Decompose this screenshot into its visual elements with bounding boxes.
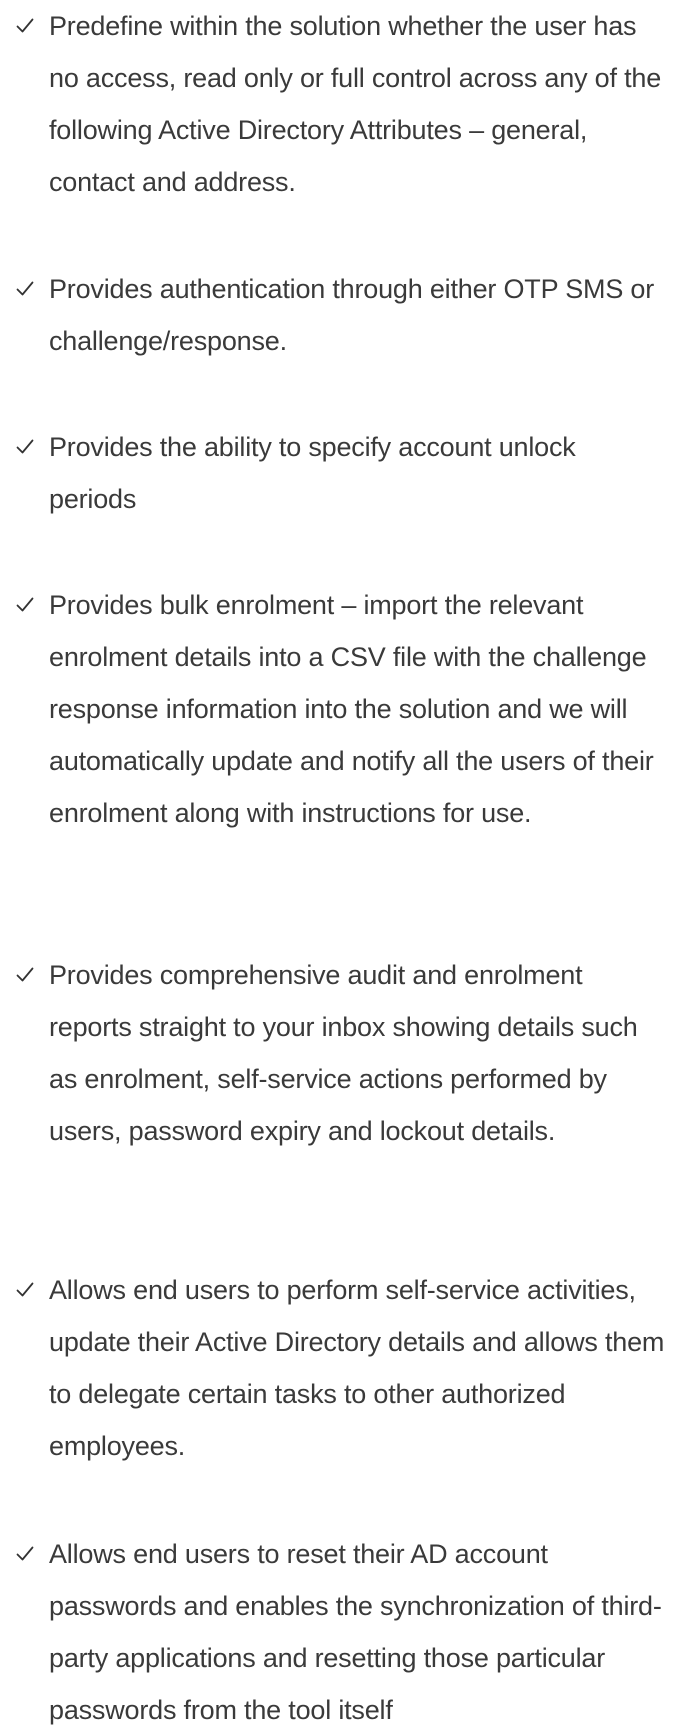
checkmark-icon [13, 0, 37, 52]
checkmark-icon [13, 1528, 37, 1580]
checkmark-icon [13, 949, 37, 1001]
list-item-text: Allows end users to reset their AD accou… [49, 1539, 662, 1725]
list-item: Provides bulk enrolment – import the rel… [0, 579, 680, 839]
checkmark-icon [13, 1264, 37, 1316]
list-item: Allows end users to reset their AD accou… [0, 1528, 680, 1736]
list-item: Provides the ability to specify account … [0, 421, 680, 525]
checkmark-icon [13, 263, 37, 315]
list-item: Provides comprehensive audit and enrolme… [0, 949, 680, 1157]
list-item-text: Provides the ability to specify account … [49, 432, 576, 514]
checkmark-icon [13, 579, 37, 631]
list-item: Allows end users to perform self-service… [0, 1264, 680, 1472]
list-item-text: Predefine within the solution whether th… [49, 11, 662, 197]
list-item-text: Allows end users to perform self-service… [49, 1275, 665, 1461]
list-item: Provides authentication through either O… [0, 263, 680, 367]
list-item: Predefine within the solution whether th… [0, 0, 680, 208]
checkmark-icon [13, 421, 37, 473]
list-item-text: Provides comprehensive audit and enrolme… [49, 960, 638, 1146]
list-item-text: Provides bulk enrolment – import the rel… [49, 590, 654, 828]
list-item-text: Provides authentication through either O… [49, 274, 655, 356]
